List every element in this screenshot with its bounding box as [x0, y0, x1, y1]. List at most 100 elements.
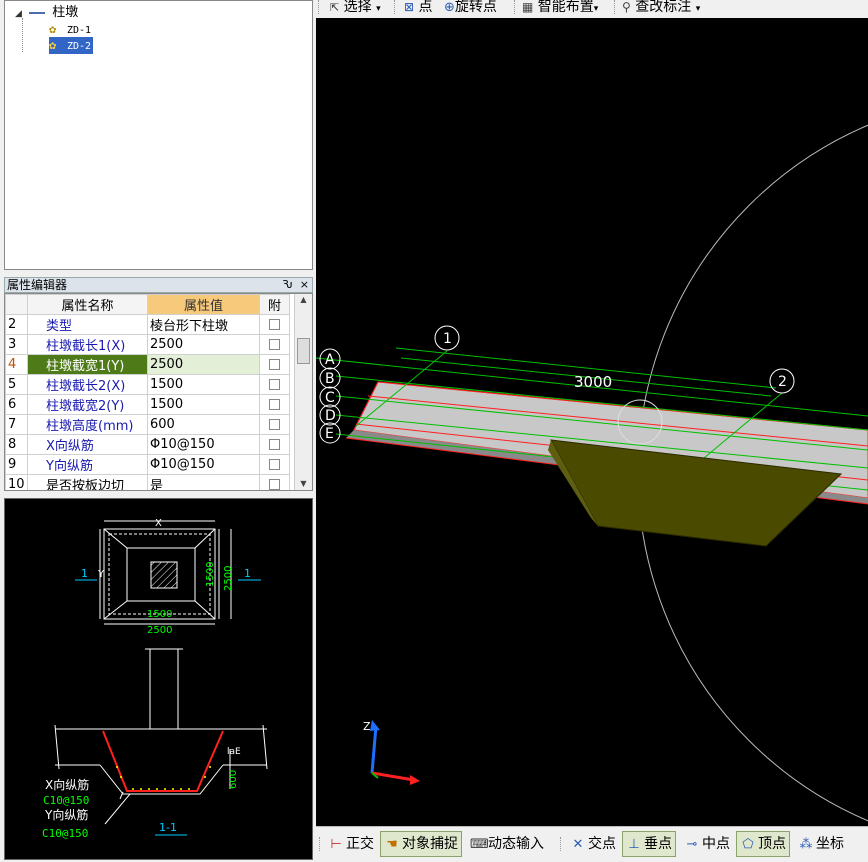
grid-icon: ▦ [522, 0, 534, 14]
statusbar-separator [560, 837, 561, 851]
property-table: 属性名称 属性值 附 2 类型 棱台形下柱墩 3 柱墩截长1(X) 2500 4 柱墩截宽… [5, 294, 290, 490]
viewport-canvas[interactable]: 1 2 A B C D E 3000 Z [316, 18, 868, 826]
rotate-point-button[interactable]: ⊕旋转点 [444, 0, 497, 15]
tree-connector [22, 18, 23, 52]
x-rebar-label: X向纵筋 [45, 777, 89, 792]
attach-checkbox[interactable] [269, 459, 280, 470]
close-icon[interactable]: × [300, 278, 309, 291]
x-rebar-spec: C10@150 [43, 794, 89, 807]
tree-item-zd2[interactable]: ✿ ZD-2 [49, 37, 94, 54]
collapse-triangle-icon[interactable]: ◢ [15, 6, 25, 23]
dim-y-label: Y [97, 569, 105, 580]
table-row[interactable]: 7 柱墩高度(mm) 600 [5, 414, 290, 435]
attach-checkbox[interactable] [269, 479, 280, 490]
dim-2500-horizontal: 2500 [147, 625, 172, 636]
attach-checkbox[interactable] [269, 379, 280, 390]
axis-1-label: 1 [443, 331, 452, 347]
perpendicular-snap[interactable]: ⊥ 垂点 [622, 831, 676, 857]
attach-checkbox[interactable] [269, 439, 280, 450]
scroll-up-icon[interactable]: ▲ [295, 294, 312, 306]
table-row-active[interactable]: 4 柱墩截宽1(Y) 2500 [5, 354, 290, 375]
section-mark-right: 1 [244, 567, 251, 580]
component-tree[interactable]: ◢ 柱墩 ✿ ZD-1 ✿ ZD-2 [4, 0, 313, 270]
toolbar-separator [394, 0, 395, 14]
dimension-3000: 3000 [574, 373, 612, 391]
snap-status-bar: ⊢ 正交 ☚ 对象捕捉 ⌨动态输入 ✕ 交点 ⊥ 垂点 ⊸ 中点 ⬠ 顶点 ⁂ 坐标 [316, 826, 868, 862]
column-hatch [150, 561, 178, 589]
row-number-header [5, 294, 28, 315]
y-rebar-spec: C10@150 [42, 827, 88, 840]
z-axis-label: Z [363, 720, 371, 733]
table-row[interactable]: 6 柱墩截宽2(Y) 1500 [5, 394, 290, 415]
perpendicular-icon: ⊥ [628, 837, 640, 852]
dynamic-input-toggle[interactable]: ⌨动态输入 [466, 831, 548, 857]
scrollbar-thumb[interactable] [297, 338, 310, 364]
smart-layout-button[interactable]: ▦ 智能布置▾ [522, 0, 598, 16]
dim-1500-vertical: 1500 [205, 562, 216, 587]
point-button[interactable]: ⊠ 点 [404, 0, 433, 14]
gear-icon: ✿ [49, 38, 57, 52]
vertex-icon: ⬠ [742, 837, 754, 852]
dim-1500-horizontal: 1500 [147, 609, 172, 620]
axis-b-label: B [325, 371, 335, 387]
section-mark-left: 1 [81, 567, 88, 580]
tree-root-node[interactable]: ◢ 柱墩 [15, 4, 78, 21]
axis-e-label: E [325, 426, 334, 442]
table-row[interactable]: 8 X向纵筋 Φ10@150 [5, 434, 290, 455]
scroll-down-icon[interactable]: ▼ [295, 479, 312, 488]
keyboard-icon: ⌨ [470, 837, 489, 852]
attach-checkbox[interactable] [269, 339, 280, 350]
object-snap-toggle[interactable]: ☚ 对象捕捉 [380, 831, 462, 857]
tree-root-label: 柱墩 [52, 5, 79, 20]
intersection-snap[interactable]: ✕ 交点 [566, 831, 620, 857]
attach-checkbox[interactable] [269, 359, 280, 370]
ortho-icon: ⊢ [330, 837, 342, 852]
rotate-icon: ⊕ [444, 0, 455, 15]
preview-drawing: X Y 1500 2500 1500 2500 1 1 laE 600 X向纵筋… [42, 518, 268, 840]
table-row[interactable]: 10 是否按板边切是 [5, 474, 290, 490]
table-row[interactable]: 9 Y向纵筋 Φ10@150 [5, 454, 290, 475]
property-editor-title: 属性编辑器 [7, 278, 68, 292]
property-grid: 属性名称 属性值 附 2 类型 棱台形下柱墩 3 柱墩截长1(X) 2500 4 柱墩截宽… [4, 293, 313, 491]
vertex-snap[interactable]: ⬠ 顶点 [736, 831, 790, 857]
attach-column-header: 附 [259, 294, 290, 315]
drawing-viewport[interactable]: 1 2 A B C D E 3000 Z [316, 18, 868, 826]
x-axis-arrow [371, 771, 415, 782]
value-column-header: 属性值 [147, 294, 260, 315]
axis-d-label: D [325, 408, 336, 424]
point-icon: ⊠ [404, 0, 415, 14]
toolbar-separator [514, 0, 515, 14]
property-scrollbar[interactable]: ▲ ▼ [294, 294, 312, 490]
statusbar-separator [319, 837, 320, 851]
y-rebar-label: Y向纵筋 [44, 807, 88, 822]
pointer-icon: ⇱ [330, 1, 340, 14]
section-title: 1-1 [159, 821, 177, 834]
table-row[interactable]: 5 柱墩截长2(X) 1500 [5, 374, 290, 395]
section-preview: X Y 1500 2500 1500 2500 1 1 laE 600 X向纵筋… [4, 498, 313, 860]
coordinate-icon: ⁂ [799, 837, 813, 852]
property-editor-title-bar: 属性编辑器 Ԅ × [4, 277, 313, 293]
coordinate-snap[interactable]: ⁂ 坐标 [794, 831, 848, 857]
dim-2500-vertical: 2500 [223, 566, 234, 591]
ortho-toggle[interactable]: ⊢ 正交 [324, 831, 378, 857]
attach-checkbox[interactable] [269, 399, 280, 410]
axis-c-label: C [325, 390, 335, 406]
midpoint-snap[interactable]: ⊸ 中点 [680, 831, 734, 857]
table-row[interactable]: 2 类型 棱台形下柱墩 [5, 314, 290, 335]
tree-item-zd1[interactable]: ✿ ZD-1 [49, 21, 91, 38]
intersection-icon: ✕ [572, 837, 584, 852]
select-button[interactable]: ⇱ 选择 ▾ [330, 0, 381, 16]
table-row[interactable]: 3 柱墩截长1(X) 2500 [5, 334, 290, 355]
rebar-red [102, 730, 224, 792]
height-600-label: 600 [228, 770, 239, 789]
midpoint-icon: ⊸ [686, 837, 698, 852]
attach-checkbox[interactable] [269, 419, 280, 430]
pin-icon[interactable]: Ԅ [282, 278, 293, 291]
toolbar-separator [614, 0, 615, 14]
pier-icon [29, 4, 46, 14]
attach-checkbox[interactable] [269, 319, 280, 330]
edit-label-button[interactable]: ⚲ 查改标注 ▾ [622, 0, 700, 16]
dim-x-label: X [155, 518, 162, 529]
gear-icon: ✿ [49, 22, 57, 36]
drawing-toolbar: ⇱ 选择 ▾ ⊠ 点 ⊕旋转点 ▦ 智能布置▾ ⚲ 查改标注 ▾ [316, 0, 868, 18]
